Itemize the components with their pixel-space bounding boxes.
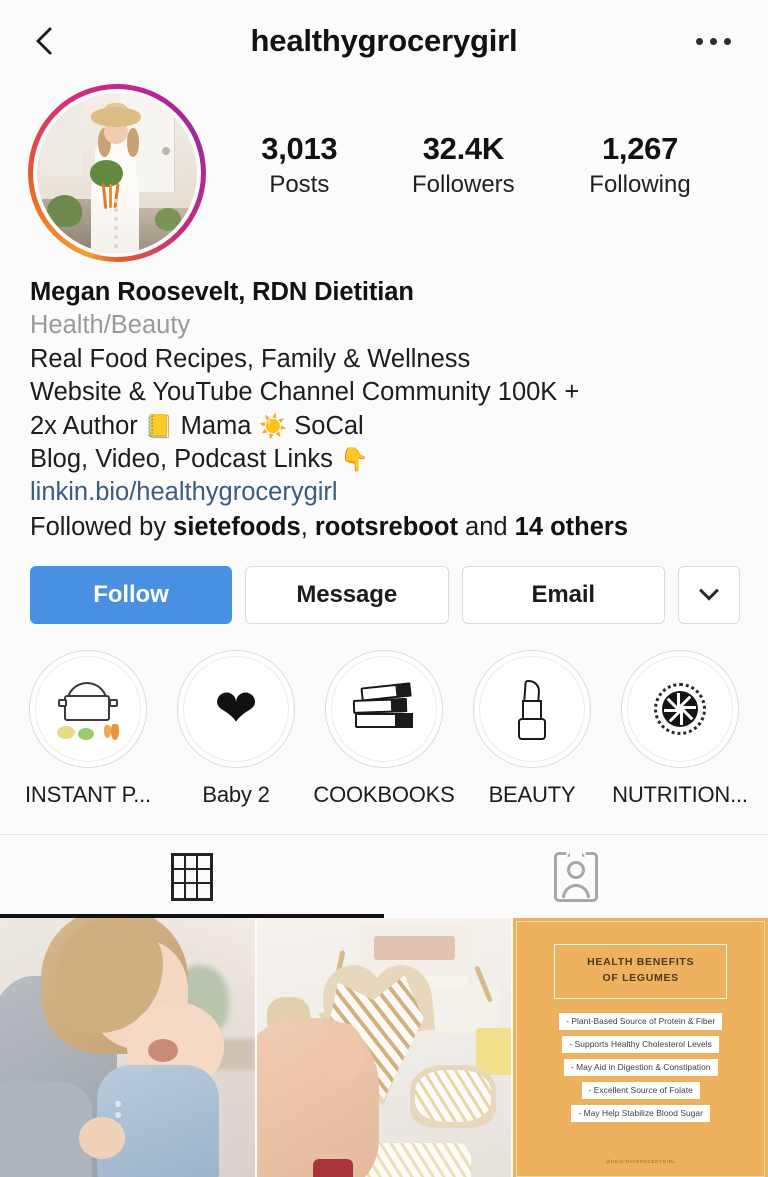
email-button[interactable]: Email [461,566,665,625]
followed-by-text: Followed by sietefoods, rootsreboot and … [30,511,740,544]
tab-tagged[interactable] [384,835,768,918]
followers-count: 32.4K [422,131,505,166]
post-legumes-infographic[interactable]: HEALTH BENEFITS OF LEGUMES - Plant-Based… [513,918,768,1177]
followers-label: Followers [411,170,515,198]
stat-followers[interactable]: 32.4K Followers [411,131,515,200]
message-button[interactable]: Message [245,566,449,625]
profile-summary: 3,013 Posts 32.4K Followers 1,267 Follow… [0,84,768,262]
legumes-watermark: @HEALTHYGROCERYGIRL [605,1159,676,1165]
highlight-label: NUTRITION... [612,782,748,808]
stat-posts[interactable]: 3,013 Posts [261,131,338,200]
grid-icon [171,852,213,901]
followed-by-others[interactable]: 14 others [515,513,628,541]
highlight-label: Baby 2 [202,782,270,808]
nutrition-badge-icon [654,683,706,736]
stat-following[interactable]: 1,267 Following [589,131,691,200]
posts-count: 3,013 [261,131,338,166]
category-label: Health/Beauty [30,311,191,340]
profile-stats: 3,013 Posts 32.4K Followers 1,267 Follow… [206,84,740,200]
highlight-label: INSTANT P... [25,782,151,808]
avatar-story-ring[interactable] [28,84,206,262]
book-emoji-icon: 📒 [144,412,174,439]
lipstick-icon [515,678,549,741]
bio-line-3: 2x Author 📒 Mama ☀️ SoCal [30,410,740,443]
following-label: Following [589,170,691,198]
highlight-baby-2[interactable]: ❤ Baby 2 [162,650,310,808]
heart-icon: ❤ [214,680,258,739]
followed-by-and: and [457,512,515,541]
books-icon [351,682,417,735]
bio-line-4: Blog, Video, Podcast Links 👇 [30,443,740,476]
posts-grid: HEALTH BENEFITS OF LEGUMES - Plant-Based… [0,918,768,1177]
story-highlights: INSTANT P... ❤ Baby 2 COOKBOOKS BEAUTY N… [0,624,768,808]
tab-posts-grid[interactable] [0,835,384,919]
avatar[interactable] [33,89,201,257]
chevron-left-icon [35,26,65,56]
followed-by-user-1[interactable]: sietefoods [173,513,301,541]
highlight-label: BEAUTY [488,782,576,808]
highlight-instant-pot[interactable]: INSTANT P... [14,650,162,808]
followed-by-prefix: Followed by [30,512,174,541]
bio-links-text: Blog, Video, Podcast Links [30,444,333,473]
highlight-cookbooks[interactable]: COOKBOOKS [310,650,458,808]
post-mother-and-baby[interactable] [0,918,255,1177]
highlight-nutrition[interactable]: NUTRITION... [606,650,754,808]
posts-label: Posts [269,170,330,198]
display-name: Megan Roosevelt, RDN Dietitian [30,278,414,306]
bio-line-2: Website & YouTube Channel Community 100K… [30,378,580,407]
post-heart-cookie[interactable] [256,918,512,1177]
follow-button[interactable]: Follow [30,566,232,625]
app-header: healthygrocerygirl [0,0,768,82]
person-badge-icon [554,843,598,902]
more-options-icon [695,37,703,45]
back-button[interactable] [28,19,72,63]
followed-by-user-2[interactable]: rootsreboot [315,513,458,541]
point-down-emoji-icon: 👇 [339,445,369,472]
more-actions-button[interactable] [678,566,740,625]
bio-line-1: Real Food Recipes, Family & Wellness [30,344,471,373]
sun-emoji-icon: ☀️ [258,412,288,439]
highlight-label: COOKBOOKS [313,782,455,808]
instagram-profile-screen: healthygrocerygirl 3,013 Posts 32.4K Fol… [0,0,768,1177]
bio-mama-text: Mama [180,411,252,440]
followed-by-separator: , [300,512,315,541]
instant-pot-icon [51,677,125,741]
bio-link[interactable]: linkin.bio/healthygrocerygirl [30,476,740,509]
more-options-button[interactable] [686,19,740,63]
highlight-beauty[interactable]: BEAUTY [458,650,606,808]
page-title: healthygrocerygirl [250,23,518,58]
chevron-down-icon [699,580,719,601]
bio-author-text: 2x Author [30,411,138,440]
profile-actions: Follow Message Email [0,544,768,625]
following-count: 1,267 [601,131,679,166]
bio-socal-text: SoCal [294,411,364,440]
profile-tabs [0,834,768,919]
profile-bio: Megan Roosevelt, RDN Dietitian Health/Be… [0,262,768,544]
